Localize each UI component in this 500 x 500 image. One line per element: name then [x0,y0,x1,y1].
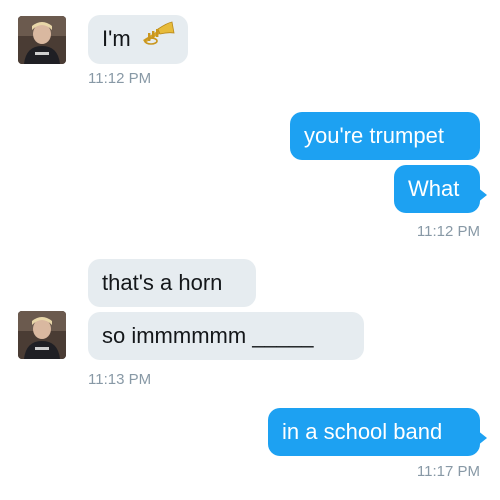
message-text: you're trumpet [304,123,444,148]
message-timestamp: 11:12 PM [88,70,152,87]
message-timestamp: 11:13 PM [88,371,152,388]
message-bubble-incoming[interactable]: that's a horn [88,259,256,307]
message-timestamp: 11:12 PM [416,223,480,240]
message-text: in a school band [282,419,443,444]
message-bubble-outgoing[interactable]: you're trumpet [290,112,480,160]
avatar[interactable] [18,16,66,64]
avatar[interactable] [18,311,66,359]
bubble-tail [477,187,487,203]
bubble-tail [477,430,487,446]
message-bubble-outgoing[interactable]: What [394,165,487,213]
message-timestamp: 11:17 PM [416,463,480,480]
message-bubble-outgoing[interactable]: in a school band [268,408,487,456]
message-text: that's a horn [102,270,223,295]
message-bubble-incoming[interactable]: I'm [88,15,188,65]
message-text: What [408,176,460,201]
message-text: so immmmmm _____ [102,323,314,348]
message-bubble-incoming[interactable]: so immmmmm _____ [88,312,364,360]
trumpet-emoji-icon [141,16,175,64]
message-text: I'm [102,26,131,51]
